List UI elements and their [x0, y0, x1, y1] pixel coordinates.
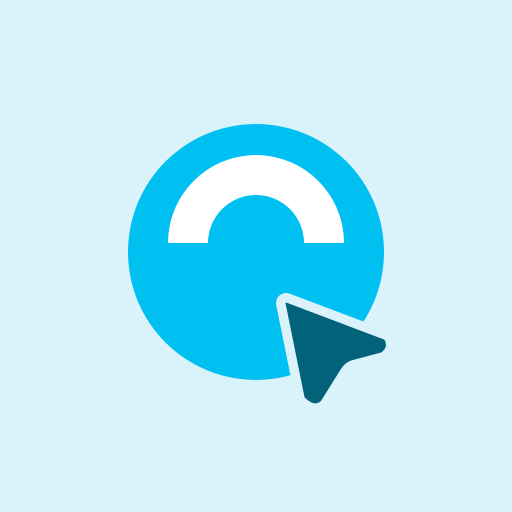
app-icon-canvas — [0, 0, 512, 512]
cursor-click-app-icon — [0, 0, 512, 512]
